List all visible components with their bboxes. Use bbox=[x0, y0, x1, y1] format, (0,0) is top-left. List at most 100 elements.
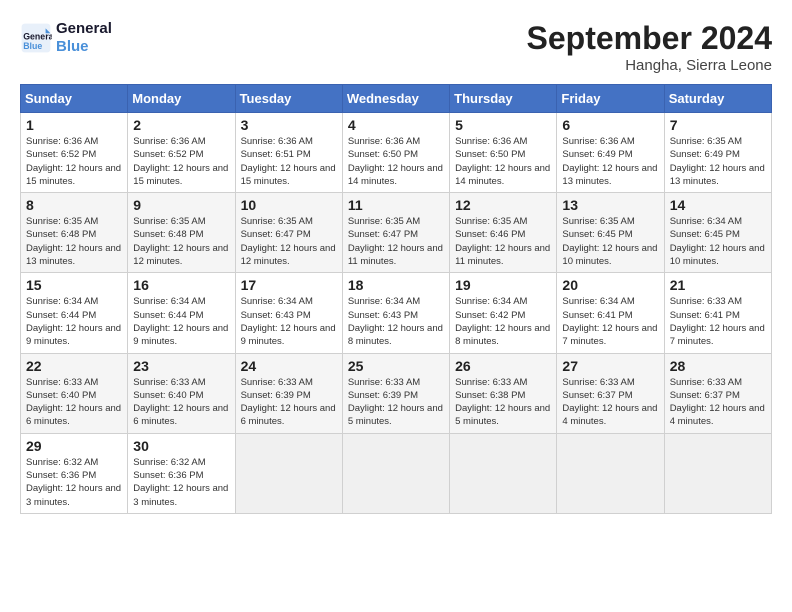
day-info: Sunrise: 6:33 AM Sunset: 6:40 PM Dayligh… bbox=[133, 376, 229, 429]
calendar-cell bbox=[557, 433, 664, 513]
day-number: 30 bbox=[133, 438, 229, 454]
calendar-cell: 8 Sunrise: 6:35 AM Sunset: 6:48 PM Dayli… bbox=[21, 193, 128, 273]
day-info: Sunrise: 6:34 AM Sunset: 6:42 PM Dayligh… bbox=[455, 295, 551, 348]
calendar-cell: 5 Sunrise: 6:36 AM Sunset: 6:50 PM Dayli… bbox=[450, 113, 557, 193]
calendar-cell: 6 Sunrise: 6:36 AM Sunset: 6:49 PM Dayli… bbox=[557, 113, 664, 193]
day-number: 5 bbox=[455, 117, 551, 133]
day-info: Sunrise: 6:35 AM Sunset: 6:48 PM Dayligh… bbox=[133, 215, 229, 268]
calendar-cell bbox=[450, 433, 557, 513]
logo-icon: General Blue bbox=[20, 22, 52, 54]
day-info: Sunrise: 6:33 AM Sunset: 6:37 PM Dayligh… bbox=[562, 376, 658, 429]
calendar-week-row: 1 Sunrise: 6:36 AM Sunset: 6:52 PM Dayli… bbox=[21, 113, 772, 193]
calendar-cell: 14 Sunrise: 6:34 AM Sunset: 6:45 PM Dayl… bbox=[664, 193, 771, 273]
calendar-cell: 15 Sunrise: 6:34 AM Sunset: 6:44 PM Dayl… bbox=[21, 273, 128, 353]
day-info: Sunrise: 6:33 AM Sunset: 6:41 PM Dayligh… bbox=[670, 295, 766, 348]
day-number: 8 bbox=[26, 197, 122, 213]
calendar-cell: 22 Sunrise: 6:33 AM Sunset: 6:40 PM Dayl… bbox=[21, 353, 128, 433]
day-info: Sunrise: 6:36 AM Sunset: 6:51 PM Dayligh… bbox=[241, 135, 337, 188]
calendar-cell: 16 Sunrise: 6:34 AM Sunset: 6:44 PM Dayl… bbox=[128, 273, 235, 353]
calendar-week-row: 8 Sunrise: 6:35 AM Sunset: 6:48 PM Dayli… bbox=[21, 193, 772, 273]
day-of-week-header: Sunday bbox=[21, 85, 128, 113]
calendar-cell: 23 Sunrise: 6:33 AM Sunset: 6:40 PM Dayl… bbox=[128, 353, 235, 433]
day-info: Sunrise: 6:33 AM Sunset: 6:37 PM Dayligh… bbox=[670, 376, 766, 429]
day-info: Sunrise: 6:36 AM Sunset: 6:49 PM Dayligh… bbox=[562, 135, 658, 188]
day-info: Sunrise: 6:34 AM Sunset: 6:45 PM Dayligh… bbox=[670, 215, 766, 268]
day-number: 2 bbox=[133, 117, 229, 133]
logo-general: General bbox=[56, 20, 112, 38]
calendar-cell: 4 Sunrise: 6:36 AM Sunset: 6:50 PM Dayli… bbox=[342, 113, 449, 193]
day-number: 22 bbox=[26, 358, 122, 374]
location-subtitle: Hangha, Sierra Leone bbox=[527, 57, 772, 74]
day-info: Sunrise: 6:35 AM Sunset: 6:48 PM Dayligh… bbox=[26, 215, 122, 268]
calendar-cell: 19 Sunrise: 6:34 AM Sunset: 6:42 PM Dayl… bbox=[450, 273, 557, 353]
day-number: 16 bbox=[133, 277, 229, 293]
day-of-week-header: Thursday bbox=[450, 85, 557, 113]
day-number: 3 bbox=[241, 117, 337, 133]
day-info: Sunrise: 6:34 AM Sunset: 6:43 PM Dayligh… bbox=[348, 295, 444, 348]
day-number: 9 bbox=[133, 197, 229, 213]
calendar-cell: 3 Sunrise: 6:36 AM Sunset: 6:51 PM Dayli… bbox=[235, 113, 342, 193]
day-number: 26 bbox=[455, 358, 551, 374]
day-info: Sunrise: 6:36 AM Sunset: 6:50 PM Dayligh… bbox=[348, 135, 444, 188]
day-of-week-header: Saturday bbox=[664, 85, 771, 113]
day-info: Sunrise: 6:34 AM Sunset: 6:41 PM Dayligh… bbox=[562, 295, 658, 348]
day-info: Sunrise: 6:35 AM Sunset: 6:49 PM Dayligh… bbox=[670, 135, 766, 188]
day-of-week-header: Tuesday bbox=[235, 85, 342, 113]
day-number: 28 bbox=[670, 358, 766, 374]
day-info: Sunrise: 6:33 AM Sunset: 6:39 PM Dayligh… bbox=[348, 376, 444, 429]
calendar-cell: 12 Sunrise: 6:35 AM Sunset: 6:46 PM Dayl… bbox=[450, 193, 557, 273]
day-number: 14 bbox=[670, 197, 766, 213]
page-header: General Blue General Blue September 2024… bbox=[20, 20, 772, 74]
day-number: 10 bbox=[241, 197, 337, 213]
day-info: Sunrise: 6:36 AM Sunset: 6:52 PM Dayligh… bbox=[133, 135, 229, 188]
calendar-week-row: 22 Sunrise: 6:33 AM Sunset: 6:40 PM Dayl… bbox=[21, 353, 772, 433]
calendar-cell: 9 Sunrise: 6:35 AM Sunset: 6:48 PM Dayli… bbox=[128, 193, 235, 273]
calendar-cell: 24 Sunrise: 6:33 AM Sunset: 6:39 PM Dayl… bbox=[235, 353, 342, 433]
day-of-week-header: Monday bbox=[128, 85, 235, 113]
calendar-cell bbox=[664, 433, 771, 513]
calendar-cell: 10 Sunrise: 6:35 AM Sunset: 6:47 PM Dayl… bbox=[235, 193, 342, 273]
day-info: Sunrise: 6:34 AM Sunset: 6:44 PM Dayligh… bbox=[26, 295, 122, 348]
day-info: Sunrise: 6:33 AM Sunset: 6:40 PM Dayligh… bbox=[26, 376, 122, 429]
day-of-week-header: Friday bbox=[557, 85, 664, 113]
svg-text:Blue: Blue bbox=[23, 41, 42, 51]
calendar-cell: 26 Sunrise: 6:33 AM Sunset: 6:38 PM Dayl… bbox=[450, 353, 557, 433]
calendar-cell: 25 Sunrise: 6:33 AM Sunset: 6:39 PM Dayl… bbox=[342, 353, 449, 433]
logo-blue: Blue bbox=[56, 38, 112, 56]
day-number: 21 bbox=[670, 277, 766, 293]
calendar-cell: 20 Sunrise: 6:34 AM Sunset: 6:41 PM Dayl… bbox=[557, 273, 664, 353]
day-info: Sunrise: 6:35 AM Sunset: 6:46 PM Dayligh… bbox=[455, 215, 551, 268]
calendar-cell bbox=[235, 433, 342, 513]
calendar-cell: 30 Sunrise: 6:32 AM Sunset: 6:36 PM Dayl… bbox=[128, 433, 235, 513]
calendar-cell: 21 Sunrise: 6:33 AM Sunset: 6:41 PM Dayl… bbox=[664, 273, 771, 353]
day-info: Sunrise: 6:35 AM Sunset: 6:45 PM Dayligh… bbox=[562, 215, 658, 268]
day-info: Sunrise: 6:34 AM Sunset: 6:43 PM Dayligh… bbox=[241, 295, 337, 348]
day-number: 4 bbox=[348, 117, 444, 133]
calendar-cell: 7 Sunrise: 6:35 AM Sunset: 6:49 PM Dayli… bbox=[664, 113, 771, 193]
day-number: 29 bbox=[26, 438, 122, 454]
day-number: 6 bbox=[562, 117, 658, 133]
day-number: 7 bbox=[670, 117, 766, 133]
calendar-cell bbox=[342, 433, 449, 513]
day-number: 18 bbox=[348, 277, 444, 293]
day-number: 23 bbox=[133, 358, 229, 374]
calendar-week-row: 15 Sunrise: 6:34 AM Sunset: 6:44 PM Dayl… bbox=[21, 273, 772, 353]
day-number: 12 bbox=[455, 197, 551, 213]
calendar-table: SundayMondayTuesdayWednesdayThursdayFrid… bbox=[20, 84, 772, 514]
calendar-cell: 28 Sunrise: 6:33 AM Sunset: 6:37 PM Dayl… bbox=[664, 353, 771, 433]
day-info: Sunrise: 6:36 AM Sunset: 6:50 PM Dayligh… bbox=[455, 135, 551, 188]
logo: General Blue General Blue bbox=[20, 20, 112, 56]
day-info: Sunrise: 6:32 AM Sunset: 6:36 PM Dayligh… bbox=[133, 456, 229, 509]
title-block: September 2024 Hangha, Sierra Leone bbox=[527, 20, 772, 74]
day-of-week-header: Wednesday bbox=[342, 85, 449, 113]
day-number: 15 bbox=[26, 277, 122, 293]
calendar-cell: 1 Sunrise: 6:36 AM Sunset: 6:52 PM Dayli… bbox=[21, 113, 128, 193]
day-number: 1 bbox=[26, 117, 122, 133]
day-number: 11 bbox=[348, 197, 444, 213]
day-number: 25 bbox=[348, 358, 444, 374]
day-info: Sunrise: 6:36 AM Sunset: 6:52 PM Dayligh… bbox=[26, 135, 122, 188]
day-info: Sunrise: 6:33 AM Sunset: 6:38 PM Dayligh… bbox=[455, 376, 551, 429]
month-title: September 2024 bbox=[527, 20, 772, 57]
calendar-cell: 29 Sunrise: 6:32 AM Sunset: 6:36 PM Dayl… bbox=[21, 433, 128, 513]
calendar-cell: 13 Sunrise: 6:35 AM Sunset: 6:45 PM Dayl… bbox=[557, 193, 664, 273]
